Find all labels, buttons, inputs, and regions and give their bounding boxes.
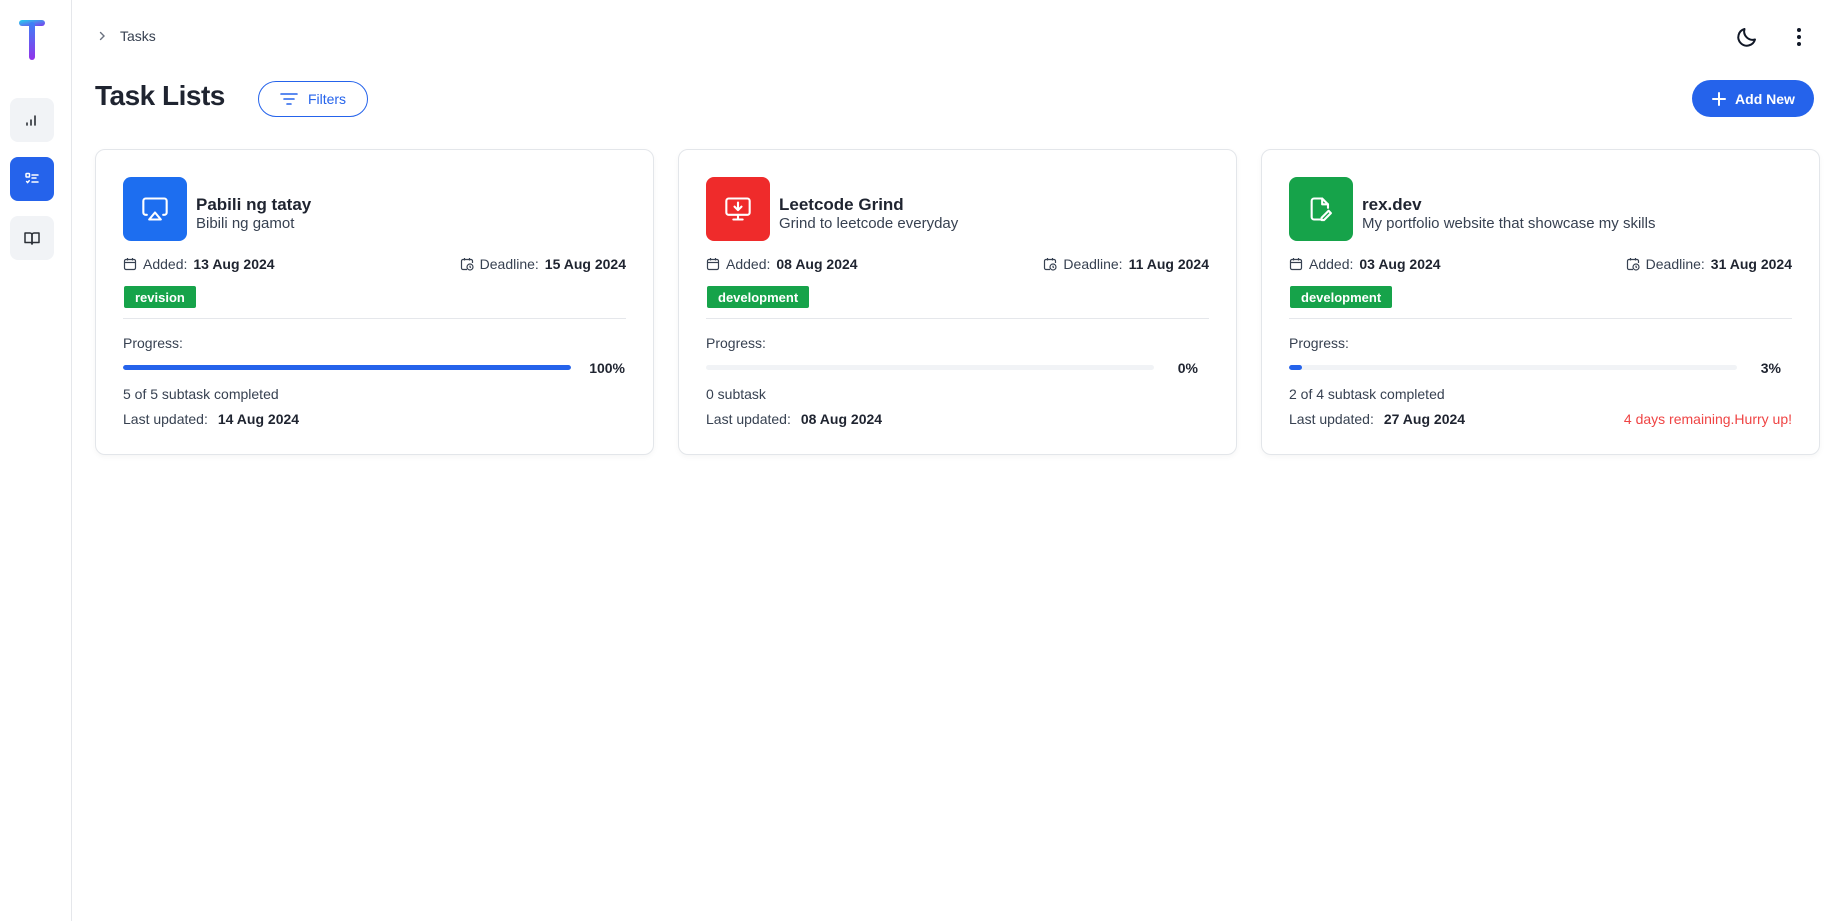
app-logo[interactable] [18,18,46,62]
moon-icon [1737,28,1756,47]
progress-label: Progress: [706,335,766,351]
breadcrumb-tasks[interactable]: Tasks [120,28,156,44]
progress-label: Progress: [1289,335,1349,351]
added-label: Added: [1309,256,1354,272]
last-updated-value: 14 Aug 2024 [217,411,300,427]
deadline-date: Deadline: 11 Aug 2024 [1043,256,1209,272]
last-updated: Last updated: 08 Aug 2024 [706,411,882,427]
added-label: Added: [143,256,188,272]
progress-bar [706,365,1154,370]
task-title: Pabili ng tatay [196,195,312,214]
plus-icon [1712,91,1727,106]
task-subtitle: Bibili ng gamot [196,215,295,232]
deadline-date: Deadline: 31 Aug 2024 [1626,256,1792,272]
task-subtitle: My portfolio website that showcase my sk… [1362,215,1656,232]
filters-label: Filters [307,91,347,107]
sidebar-item-tasks[interactable] [10,157,54,201]
page-title: Task Lists [95,80,225,111]
last-updated-value: 08 Aug 2024 [800,411,883,427]
category-tag: development [707,286,810,308]
added-label: Added: [726,256,771,272]
deadline-label: Deadline: [479,256,539,272]
more-options-button[interactable] [1784,22,1814,52]
category-tag: revision [124,286,196,308]
deadline-value: 11 Aug 2024 [1128,256,1209,272]
deadline-label: Deadline: [1063,256,1123,272]
task-title: Leetcode Grind [779,195,904,214]
task-card[interactable]: Leetcode Grind Grind to leetcode everyda… [678,149,1237,455]
calendar-clock-icon [1044,258,1058,271]
subtask-count: 0 subtask [706,386,766,402]
airplay-icon [142,197,168,221]
deadline-label: Deadline: [1645,256,1705,272]
task-card[interactable]: Pabili ng tatay Bibili ng gamot Added: 1… [95,149,654,455]
progress-percent: 0% [1177,360,1198,376]
sidebar-item-dashboard[interactable] [10,98,54,142]
subtask-count: 2 of 4 subtask completed [1289,386,1445,402]
task-dates: Added: 13 Aug 2024 Deadline: 15 Aug 2024 [123,256,626,272]
filters-button[interactable]: Filters [258,81,368,117]
sidebar-item-docs[interactable] [10,216,54,260]
added-date: Added: 13 Aug 2024 [123,256,275,272]
task-list-grid: Pabili ng tatay Bibili ng gamot Added: 1… [95,149,1820,455]
chevron-right-icon [99,31,105,41]
deadline-warning: 4 days remaining.Hurry up! [1623,411,1792,427]
progress-fill [1289,365,1303,370]
task-subtitle: Grind to leetcode everyday [779,215,959,232]
last-updated-label: Last updated: [123,411,208,427]
progress-bar [1289,365,1737,370]
last-updated: Last updated: 14 Aug 2024 [123,411,299,427]
task-dates: Added: 08 Aug 2024 Deadline: 11 Aug 2024 [706,256,1209,272]
task-icon-tile [1289,177,1353,241]
last-updated-value: 27 Aug 2024 [1383,411,1466,427]
task-dates: Added: 03 Aug 2024 Deadline: 31 Aug 2024 [1289,256,1792,272]
category-tag: development [1290,286,1393,308]
added-date: Added: 03 Aug 2024 [1289,256,1441,272]
calendar-clock-icon [1626,258,1640,271]
added-date: Added: 08 Aug 2024 [706,256,858,272]
file-edit-icon [1310,197,1332,222]
task-icon-tile [123,177,187,241]
book-icon [24,232,40,245]
last-updated: Last updated: 27 Aug 2024 [1289,411,1465,427]
divider [1289,318,1792,319]
divider [123,318,626,319]
top-actions [1732,22,1814,52]
checklist-icon [25,172,39,184]
added-value: 13 Aug 2024 [193,256,275,272]
deadline-value: 31 Aug 2024 [1710,256,1792,272]
progress-fill [123,365,571,370]
progress-bar [123,365,571,370]
more-vertical-icon [1797,28,1801,46]
subtask-count: 5 of 5 subtask completed [123,386,279,402]
calendar-icon [123,258,137,271]
filter-icon [280,93,298,105]
progress-label: Progress: [123,335,183,351]
progress-percent: 3% [1760,360,1781,376]
divider [706,318,1209,319]
added-value: 03 Aug 2024 [1359,256,1441,272]
last-updated-label: Last updated: [1289,411,1374,427]
sidebar [0,0,72,921]
chart-icon [26,115,36,126]
calendar-icon [706,258,720,271]
deadline-date: Deadline: 15 Aug 2024 [460,256,626,272]
last-updated-label: Last updated: [706,411,791,427]
breadcrumb: Tasks [96,28,156,44]
task-card[interactable]: rex.dev My portfolio website that showca… [1261,149,1820,455]
add-new-button[interactable]: Add New [1692,80,1814,117]
calendar-clock-icon [460,258,474,271]
task-icon-tile [706,177,770,241]
progress-percent: 100% [589,360,625,376]
added-value: 08 Aug 2024 [776,256,858,272]
theme-toggle-button[interactable] [1732,22,1762,52]
deadline-value: 15 Aug 2024 [544,256,626,272]
calendar-icon [1289,258,1303,271]
task-title: rex.dev [1362,195,1422,214]
add-new-label: Add New [1735,90,1795,107]
monitor-download-icon [725,197,751,221]
